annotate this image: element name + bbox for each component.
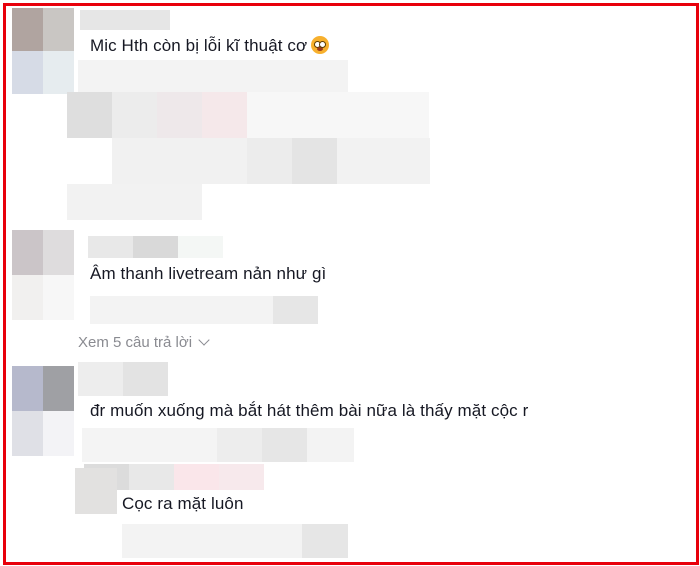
username-blurred[interactable] [80, 10, 170, 30]
flushed-face-emoji [311, 36, 330, 54]
reply-text-blurred [112, 138, 430, 184]
reply-preview-blurred [67, 92, 429, 138]
chevron-down-icon [198, 334, 210, 346]
comment-meta-blurred [82, 428, 354, 462]
avatar[interactable] [12, 8, 74, 94]
reply-meta-blurred [122, 524, 348, 558]
username-blurred[interactable] [88, 236, 223, 258]
username-blurred[interactable] [78, 362, 168, 396]
comment-text: Âm thanh livetream nản như gì [90, 264, 327, 283]
comment-text: Mic Hth còn bị lỗi kĩ thuật cơ [90, 36, 330, 56]
view-replies-button[interactable]: Xem 5 câu trả lời [78, 334, 210, 351]
avatar[interactable] [12, 230, 74, 320]
reply-text: Cọc ra mặt luôn [122, 494, 244, 513]
avatar[interactable] [12, 366, 74, 456]
comment-text: đr muốn xuống mà bắt hát thêm bài nữa là… [90, 401, 529, 420]
avatar[interactable] [75, 468, 117, 514]
reply-meta-blurred [67, 184, 202, 220]
comment-meta-blurred [90, 296, 318, 324]
comment-meta-blurred [78, 60, 348, 92]
